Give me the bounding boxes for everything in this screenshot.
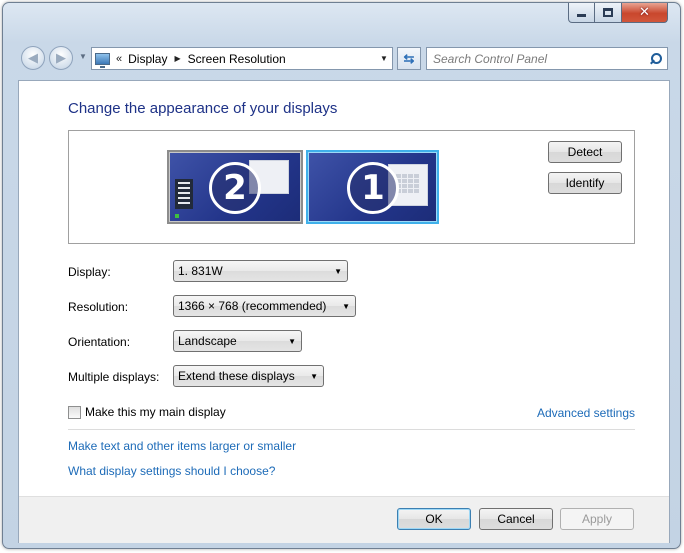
monitor-2[interactable]: 2 bbox=[167, 150, 303, 224]
forward-button[interactable]: ▶ bbox=[49, 46, 73, 70]
advanced-settings-link[interactable]: Advanced settings bbox=[537, 406, 635, 420]
text-size-link[interactable]: Make text and other items larger or smal… bbox=[68, 439, 296, 453]
taskbar-icon bbox=[175, 214, 179, 218]
breadcrumb-separator-icon[interactable]: ▶ bbox=[174, 54, 180, 63]
breadcrumb-screen-resolution[interactable]: Screen Resolution bbox=[188, 52, 286, 66]
chevron-down-icon: ▼ bbox=[342, 301, 350, 311]
address-bar[interactable]: « Display ▶ Screen Resolution ▼ bbox=[91, 47, 393, 70]
search-box[interactable]: Search Control Panel bbox=[426, 47, 668, 70]
address-dropdown-icon[interactable]: ▼ bbox=[376, 54, 392, 63]
monitor-number-badge: 1 bbox=[347, 162, 399, 214]
detect-button[interactable]: Detect bbox=[548, 141, 622, 163]
main-display-checkbox-label[interactable]: Make this my main display bbox=[85, 405, 226, 419]
forward-arrow-icon: ▶ bbox=[56, 50, 66, 65]
maximize-icon bbox=[603, 8, 613, 17]
refresh-icon: ⇆ bbox=[403, 50, 415, 66]
orientation-select[interactable]: Landscape ▼ bbox=[173, 330, 302, 352]
navigation-bar: ◀ ▶ ▼ « Display ▶ Screen Resolution ▼ ⇆ … bbox=[3, 43, 680, 73]
chevron-down-icon: ▼ bbox=[288, 336, 296, 346]
refresh-button[interactable]: ⇆ bbox=[397, 47, 421, 70]
chevron-down-icon: ▼ bbox=[310, 371, 318, 381]
recent-pages-dropdown[interactable]: ▼ bbox=[79, 52, 87, 61]
multiple-displays-select-value: Extend these displays bbox=[178, 369, 295, 383]
maximize-button[interactable] bbox=[595, 3, 622, 23]
start-menu-grid-icon bbox=[396, 174, 419, 193]
multiple-displays-label: Multiple displays: bbox=[68, 370, 160, 384]
close-icon: ✕ bbox=[639, 5, 650, 20]
resolution-label: Resolution: bbox=[68, 300, 129, 314]
close-button[interactable]: ✕ bbox=[622, 3, 668, 23]
caption-buttons: ✕ bbox=[568, 3, 668, 23]
main-display-option[interactable]: Make this my main display bbox=[68, 405, 226, 419]
display-label: Display: bbox=[68, 265, 111, 279]
mini-window-icon bbox=[175, 179, 193, 209]
monitor-number-badge: 2 bbox=[209, 162, 261, 214]
breadcrumb-display[interactable]: Display bbox=[128, 52, 167, 66]
monitor-arrangement: 2 1 Detect Identify bbox=[68, 130, 635, 244]
display-select-value: 1. 831W bbox=[178, 264, 223, 278]
apply-button[interactable]: Apply bbox=[560, 508, 634, 530]
resolution-select-value: 1366 × 768 (recommended) bbox=[178, 299, 327, 313]
main-display-checkbox[interactable] bbox=[68, 405, 81, 419]
orientation-label: Orientation: bbox=[68, 335, 131, 349]
search-icon[interactable] bbox=[649, 52, 662, 65]
control-panel-window: ✕ ◀ ▶ ▼ « Display ▶ Screen Resolution ▼ … bbox=[2, 2, 681, 549]
ok-button[interactable]: OK bbox=[397, 508, 471, 530]
resolution-select[interactable]: 1366 × 768 (recommended) ▼ bbox=[173, 295, 356, 317]
display-select[interactable]: 1. 831W ▼ bbox=[173, 260, 348, 282]
cancel-button[interactable]: Cancel bbox=[479, 508, 553, 530]
back-button[interactable]: ◀ bbox=[21, 46, 45, 70]
breadcrumb-overflow-icon[interactable]: « bbox=[116, 53, 122, 65]
control-panel-icon bbox=[95, 52, 110, 68]
identify-button[interactable]: Identify bbox=[548, 172, 622, 194]
content-area: Change the appearance of your displays 2… bbox=[18, 80, 670, 543]
chevron-down-icon: ▼ bbox=[334, 266, 342, 276]
minimize-button[interactable] bbox=[568, 3, 595, 23]
button-bar: OK Cancel Apply bbox=[19, 497, 669, 543]
back-arrow-icon: ◀ bbox=[28, 50, 38, 65]
orientation-select-value: Landscape bbox=[178, 334, 237, 348]
divider bbox=[68, 429, 635, 430]
page-title: Change the appearance of your displays bbox=[68, 100, 338, 117]
search-input[interactable]: Search Control Panel bbox=[433, 52, 547, 66]
minimize-icon bbox=[577, 14, 586, 17]
display-help-link[interactable]: What display settings should I choose? bbox=[68, 464, 275, 478]
monitor-1[interactable]: 1 bbox=[306, 150, 439, 224]
multiple-displays-select[interactable]: Extend these displays ▼ bbox=[173, 365, 324, 387]
